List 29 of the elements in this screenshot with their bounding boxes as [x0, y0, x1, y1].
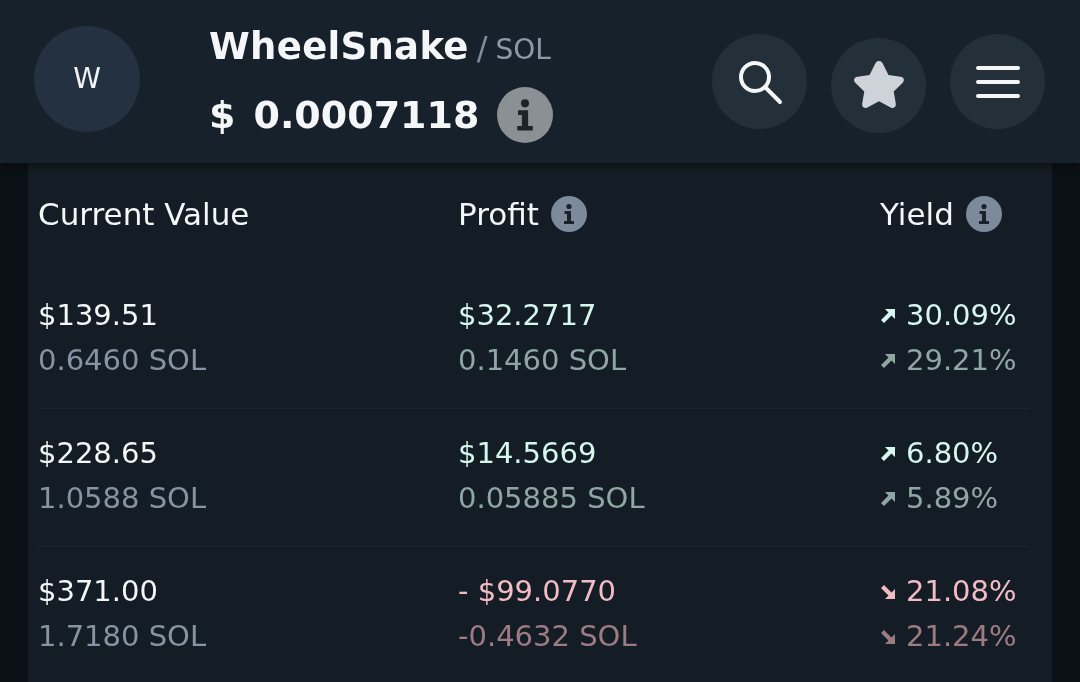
profit-sol: 0.1460 SOL	[458, 342, 628, 379]
profit-sol: 0.05885 SOL	[458, 480, 646, 517]
yield-percent: 5.89%	[906, 480, 999, 517]
yield-percent: 21.24%	[906, 618, 1017, 655]
column-header: Current Value	[38, 196, 250, 232]
sol-value: 1.7180 SOL	[38, 618, 208, 655]
usd-value: $371.00	[38, 573, 159, 610]
profit-usd: $14.5669	[458, 435, 598, 472]
usd-value: $139.51	[38, 297, 159, 334]
profit-usd: - $99.0770	[458, 573, 618, 610]
menu-icon	[975, 64, 1020, 99]
yield-percent: 6.80%	[906, 435, 999, 472]
sol-value: 0.6460 SOL	[38, 342, 208, 379]
column-header: Profit	[458, 196, 539, 232]
profit-usd: $32.2717	[458, 297, 598, 334]
pair-separator: /	[476, 28, 488, 67]
profit-sol: -0.4632 SOL	[458, 618, 638, 655]
token-name: WheelSnake	[209, 24, 469, 69]
info-icon	[497, 86, 554, 143]
currency-symbol: $	[209, 92, 236, 137]
yield-percent: 30.09%	[906, 297, 1017, 334]
yield-percent: 21.08%	[906, 573, 1017, 610]
token-price: 0.0007118	[253, 92, 480, 137]
sol-value: 1.0588 SOL	[38, 480, 208, 517]
column-header: Yield	[880, 196, 954, 232]
usd-value: $228.65	[38, 435, 159, 472]
quote-symbol: SOL	[495, 32, 551, 66]
avatar: W	[34, 25, 140, 132]
yield-percent: 29.21%	[906, 342, 1017, 379]
